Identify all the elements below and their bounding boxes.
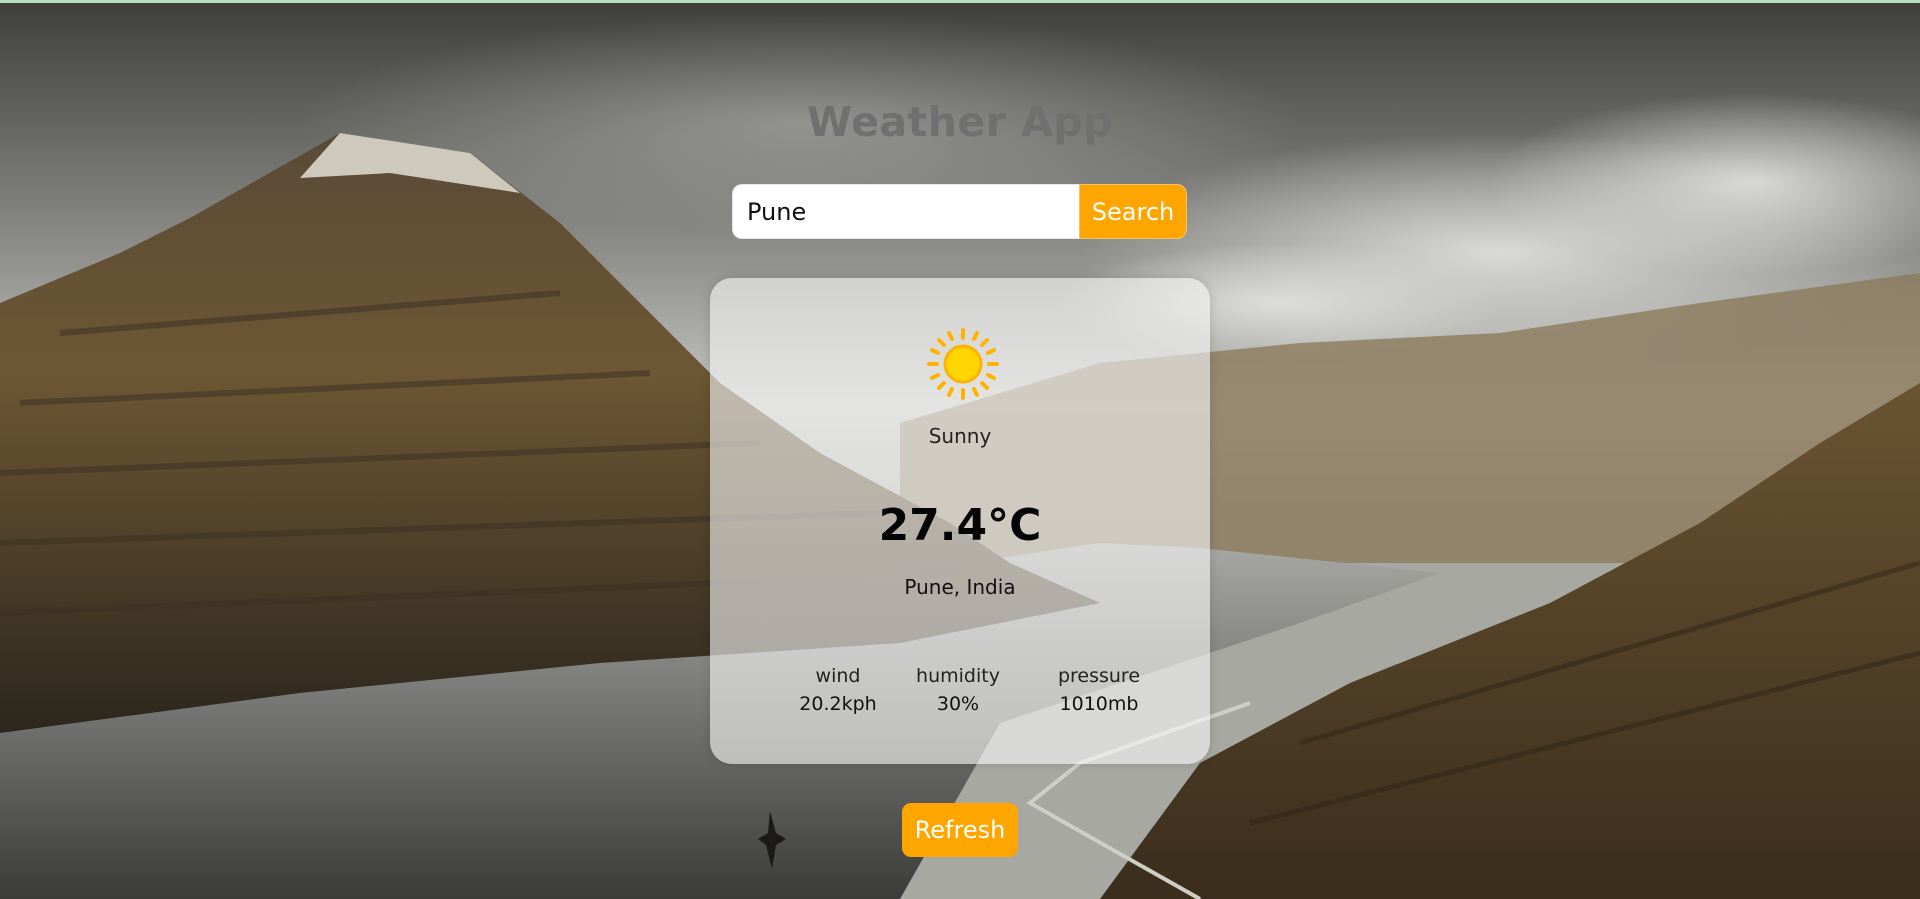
wind-value: 20.2kph <box>799 693 877 715</box>
search-button[interactable]: Search <box>1079 184 1187 239</box>
location: Pune, India <box>904 575 1016 599</box>
wind-label: wind <box>815 665 861 687</box>
wind-stat: wind 20.2kph <box>768 662 908 718</box>
sun-icon <box>927 328 999 400</box>
weather-condition: Sunny <box>928 424 992 448</box>
humidity-value: 30% <box>936 693 980 715</box>
humidity-stat: humidity 30% <box>888 662 1028 718</box>
pressure-stat: pressure 1010mb <box>1029 662 1169 718</box>
humidity-label: humidity <box>916 665 1000 687</box>
temperature: 27.4°C <box>878 500 1042 551</box>
search-bar: Search <box>732 184 1187 239</box>
city-search-input[interactable] <box>732 184 1079 239</box>
page-title: Weather App <box>806 98 1114 146</box>
weather-card: Sunny 27.4°C Pune, India wind 20.2kph hu… <box>710 278 1210 764</box>
refresh-button[interactable]: Refresh <box>902 803 1018 857</box>
pressure-label: pressure <box>1057 665 1141 687</box>
pressure-value: 1010mb <box>1059 693 1139 715</box>
